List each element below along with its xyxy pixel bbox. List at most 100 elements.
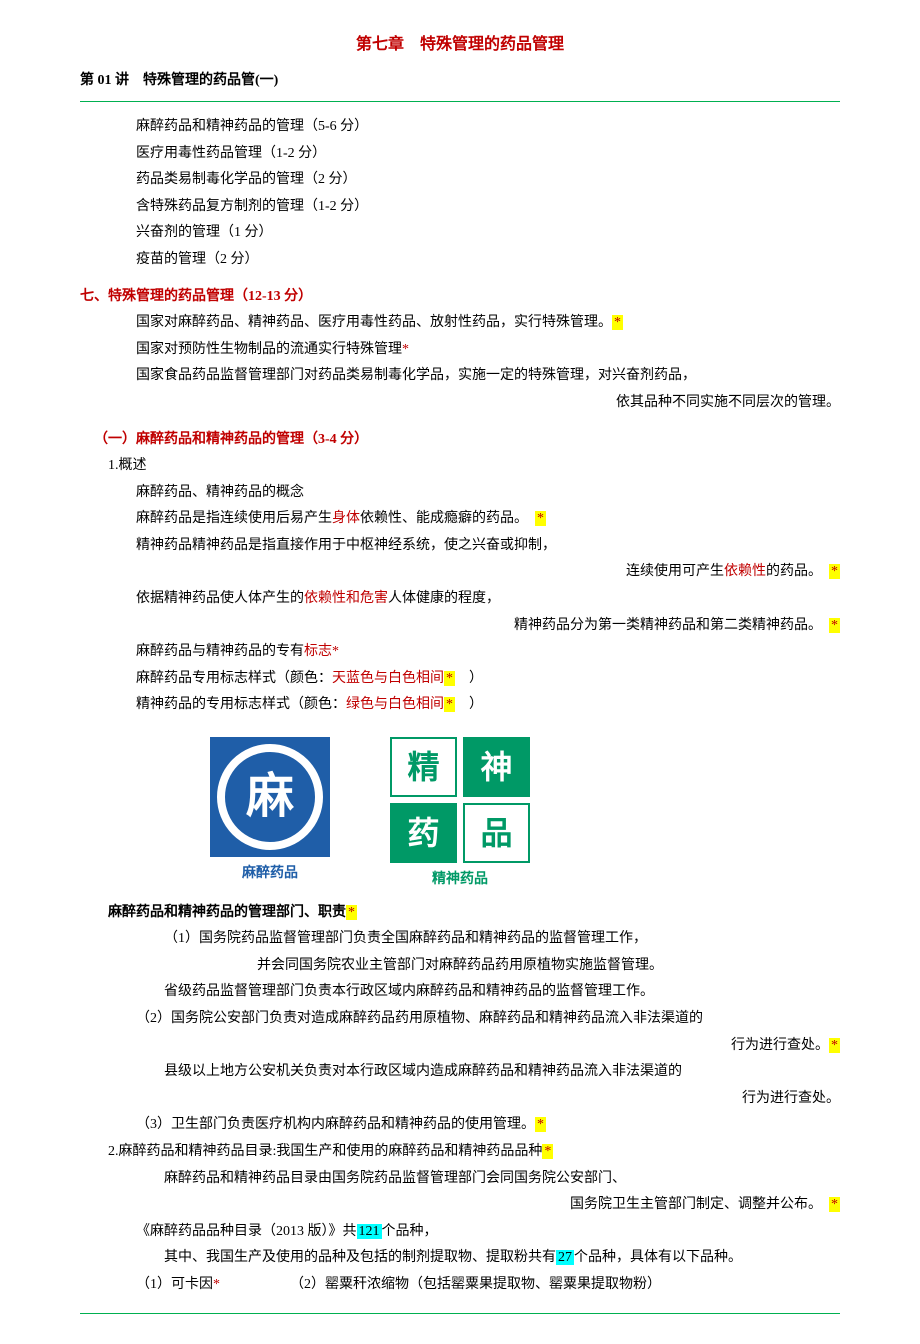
body-line-right: 精神药品分为第一类精神药品和第二类精神药品。 * xyxy=(80,613,840,640)
star-mark: * xyxy=(346,905,357,920)
highlight-red: 绿色与白色相间 xyxy=(346,697,444,712)
star-mark: * xyxy=(829,618,840,633)
text: ） xyxy=(455,671,483,686)
jing-cell: 品 xyxy=(463,803,530,863)
body-line-center: 并会同国务院农业主管部门对麻醉药品药用原植物实施监督管理。 xyxy=(80,953,840,980)
text: 连续使用可产生 xyxy=(626,564,724,579)
star-mark: * xyxy=(402,342,409,357)
text: 麻醉药品是指连续使用后易产生 xyxy=(136,511,332,526)
body-line: （2）国务院公安部门负责对造成麻醉药品药用原植物、麻醉药品和精神药品流入非法渠道… xyxy=(80,1006,840,1033)
body-line: 其中、我国生产及使用的品种及包括的制剂提取物、提取粉共有27个品种，具体有以下品… xyxy=(80,1245,840,1272)
text: （1）可卡因 xyxy=(136,1277,213,1292)
lecture-title: 第 01 讲 特殊管理的药品管(一) xyxy=(80,68,840,95)
body-line: 精神药品的专用标志样式（颜色：绿色与白色相间* ） xyxy=(80,692,840,719)
star-mark: * xyxy=(829,564,840,579)
text: 国务院卫生主管部门制定、调整并公布。 xyxy=(570,1197,829,1212)
text: 精神药品的专用标志样式（颜色： xyxy=(136,697,346,712)
jing-cell: 精 xyxy=(390,737,457,797)
highlight-red: 天蓝色与白色相间 xyxy=(332,671,444,686)
text: （3）卫生部门负责医疗机构内麻醉药品和精神药品的使用管理。 xyxy=(136,1117,535,1132)
text: 依据精神药品使人体产生的 xyxy=(136,591,304,606)
body-line: 麻醉药品专用标志样式（颜色：天蓝色与白色相间* ） xyxy=(80,666,840,693)
body-line-right: 国务院卫生主管部门制定、调整并公布。 * xyxy=(80,1192,840,1219)
body-line-right: 连续使用可产生依赖性的药品。 * xyxy=(80,559,840,586)
text: 依赖性、能成瘾癖的药品。 xyxy=(360,511,535,526)
body-line: （3）卫生部门负责医疗机构内麻醉药品和精神药品的使用管理。* xyxy=(80,1112,840,1139)
highlight-cyan: 121 xyxy=(357,1224,382,1239)
subsection-heading: （一）麻醉药品和精神药品的管理（3-4 分） xyxy=(80,427,840,454)
anesthetic-char: 麻 xyxy=(217,744,323,850)
body-line: 麻醉药品和精神药品目录由国务院药品监督管理部门会同国务院公安部门、 xyxy=(80,1166,840,1193)
intro-line: 疫苗的管理（2 分） xyxy=(80,247,840,274)
body-line-right: 依其品种不同实施不同层次的管理。 xyxy=(80,390,840,417)
text: 的药品。 xyxy=(766,564,829,579)
divider xyxy=(80,101,840,102)
text: 麻醉药品专用标志样式（颜色： xyxy=(136,671,332,686)
divider xyxy=(80,1313,840,1314)
star-mark: * xyxy=(444,697,455,712)
text: 国家对预防性生物制品的流通实行特殊管理 xyxy=(136,342,402,357)
body-line: 麻醉药品是指连续使用后易产生身体依赖性、能成瘾癖的药品。 * xyxy=(80,506,840,533)
intro-line: 兴奋剂的管理（1 分） xyxy=(80,220,840,247)
highlight-red: 标志 xyxy=(304,644,332,659)
text: 国家对麻醉药品、精神药品、医疗用毒性药品、放射性药品，实行特殊管理。 xyxy=(136,315,612,330)
body-line: 依据精神药品使人体产生的依赖性和危害人体健康的程度， xyxy=(80,586,840,613)
highlight-red: 身体 xyxy=(332,511,360,526)
body-line: 2.麻醉药品和精神药品目录:我国生产和使用的麻醉药品和精神药品品种* xyxy=(80,1139,840,1166)
body-line-right: 行为进行查处。 xyxy=(80,1086,840,1113)
text: 个品种，具体有以下品种。 xyxy=(574,1250,742,1265)
body-line: 国家对预防性生物制品的流通实行特殊管理* xyxy=(80,337,840,364)
intro-line: 含特殊药品复方制剂的管理（1-2 分） xyxy=(80,194,840,221)
highlight-red: 依赖性 xyxy=(724,564,766,579)
text: 个品种， xyxy=(382,1224,438,1239)
body-line: 麻醉药品、精神药品的概念 xyxy=(80,480,840,507)
star-mark: * xyxy=(444,671,455,686)
highlight-red: 依赖性和危害 xyxy=(304,591,388,606)
star-mark: * xyxy=(542,1144,553,1159)
jing-cell: 药 xyxy=(390,803,457,863)
text: 人体健康的程度， xyxy=(388,591,500,606)
body-line: 麻醉药品与精神药品的专有标志* xyxy=(80,639,840,666)
body-line: 精神药品精神药品是指直接作用于中枢神经系统，使之兴奋或抑制， xyxy=(80,533,840,560)
text: 2.麻醉药品和精神药品目录:我国生产和使用的麻醉药品和精神药品品种 xyxy=(108,1144,542,1159)
chapter-title: 第七章 特殊管理的药品管理 xyxy=(80,30,840,60)
text: 麻醉药品和精神药品的管理部门、职责 xyxy=(108,905,346,920)
psychotropic-logo-block: 精 神 药 品 精神药品 xyxy=(390,737,530,894)
body-line: 国家食品药品监督管理部门对药品类易制毒化学品，实施一定的特殊管理，对兴奋剂药品， xyxy=(80,363,840,390)
body-line: 《麻醉药品品种目录（2013 版）》共121个品种， xyxy=(80,1219,840,1246)
star-mark: * xyxy=(612,315,623,330)
star-mark: * xyxy=(829,1038,840,1053)
star-mark: * xyxy=(332,644,339,659)
star-mark: * xyxy=(213,1277,220,1292)
body-line-right: 行为进行查处。* xyxy=(80,1033,840,1060)
anesthetic-logo: 麻 xyxy=(210,737,330,857)
text: 精神药品分为第一类精神药品和第二类精神药品。 xyxy=(514,618,829,633)
star-mark: * xyxy=(829,1197,840,1212)
intro-line: 药品类易制毒化学品的管理（2 分） xyxy=(80,167,840,194)
text: ） xyxy=(455,697,483,712)
psychotropic-logo: 精 神 药 品 xyxy=(390,737,530,863)
body-line: 1.概述 xyxy=(80,453,840,480)
body-line: （1）国务院药品监督管理部门负责全国麻醉药品和精神药品的监督管理工作， xyxy=(80,926,840,953)
body-line: 省级药品监督管理部门负责本行政区域内麻醉药品和精神药品的监督管理工作。 xyxy=(80,979,840,1006)
intro-line: 医疗用毒性药品管理（1-2 分） xyxy=(80,141,840,168)
anesthetic-logo-block: 麻 麻醉药品 xyxy=(210,737,330,894)
psychotropic-label: 精神药品 xyxy=(390,867,530,894)
text: 《麻醉药品品种目录（2013 版）》共 xyxy=(136,1224,357,1239)
jing-cell: 神 xyxy=(463,737,530,797)
intro-line: 麻醉药品和精神药品的管理（5-6 分） xyxy=(80,114,840,141)
logo-row: 麻 麻醉药品 精 神 药 品 精神药品 xyxy=(80,737,840,894)
highlight-cyan: 27 xyxy=(556,1250,574,1265)
star-mark: * xyxy=(535,1117,546,1132)
text: 其中、我国生产及使用的品种及包括的制剂提取物、提取粉共有 xyxy=(164,1250,556,1265)
anesthetic-label: 麻醉药品 xyxy=(210,861,330,888)
dept-heading: 麻醉药品和精神药品的管理部门、职责* xyxy=(80,900,840,927)
body-line: （1）可卡因* （2）罂粟秆浓缩物（包括罂粟果提取物、罂粟果提取物粉） xyxy=(80,1272,840,1299)
text: （2）罂粟秆浓缩物（包括罂粟果提取物、罂粟果提取物粉） xyxy=(290,1277,661,1292)
section-heading: 七、特殊管理的药品管理（12-13 分） xyxy=(80,284,840,311)
body-line: 县级以上地方公安机关负责对本行政区域内造成麻醉药品和精神药品流入非法渠道的 xyxy=(80,1059,840,1086)
text: 行为进行查处。 xyxy=(731,1038,829,1053)
star-mark: * xyxy=(535,511,546,526)
body-line: 国家对麻醉药品、精神药品、医疗用毒性药品、放射性药品，实行特殊管理。* xyxy=(80,310,840,337)
text: 麻醉药品与精神药品的专有 xyxy=(136,644,304,659)
